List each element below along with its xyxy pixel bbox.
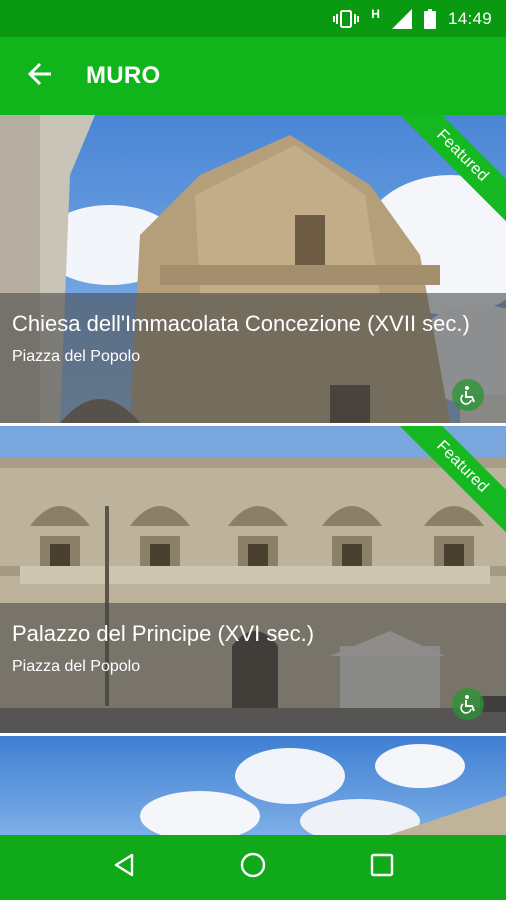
featured-badge: Featured — [396, 115, 506, 224]
item-subtitle: Piazza del Popolo — [12, 348, 141, 365]
network-type-label: H — [371, 6, 380, 21]
item-caption: Chiesa dell'Immacolata Concezione (XVII … — [0, 293, 506, 423]
page-title: MURO — [86, 62, 161, 89]
list-item[interactable]: Featured Chiesa dell'Immacolata Concezio… — [0, 115, 506, 423]
item-caption: Palazzo del Principe (XVI sec.) Piazza d… — [0, 603, 506, 733]
sky-photo — [0, 736, 506, 835]
list-item[interactable]: Featured Palazzo del Principe (XVI sec.)… — [0, 426, 506, 733]
vibrate-icon — [333, 9, 360, 28]
status-bar: H 14:49 — [0, 0, 506, 37]
poi-list[interactable]: Featured Chiesa dell'Immacolata Concezio… — [0, 115, 506, 835]
arrow-back-icon — [27, 61, 53, 92]
nav-recents-button[interactable] — [352, 838, 412, 898]
nav-home-button[interactable] — [223, 838, 283, 898]
nav-back-button[interactable] — [94, 838, 154, 898]
home-circle-icon — [240, 852, 266, 883]
back-triangle-icon — [112, 853, 136, 882]
status-time: 14:49 — [447, 8, 492, 28]
system-nav-bar — [0, 835, 506, 900]
back-button[interactable] — [0, 37, 80, 115]
item-subtitle: Piazza del Popolo — [12, 658, 141, 675]
wheelchair-icon — [452, 379, 484, 411]
featured-ribbon: Featured — [396, 115, 506, 225]
battery-icon — [423, 8, 436, 29]
item-title: Palazzo del Principe (XVI sec.) — [12, 621, 315, 646]
featured-ribbon: Featured — [396, 426, 506, 536]
app-bar: MURO — [0, 37, 506, 115]
featured-badge: Featured — [396, 426, 506, 535]
item-title: Chiesa dell'Immacolata Concezione (XVII … — [12, 311, 470, 336]
signal-icon — [391, 8, 412, 29]
recents-square-icon — [370, 853, 394, 882]
wheelchair-icon — [452, 688, 484, 720]
list-item[interactable] — [0, 736, 506, 835]
